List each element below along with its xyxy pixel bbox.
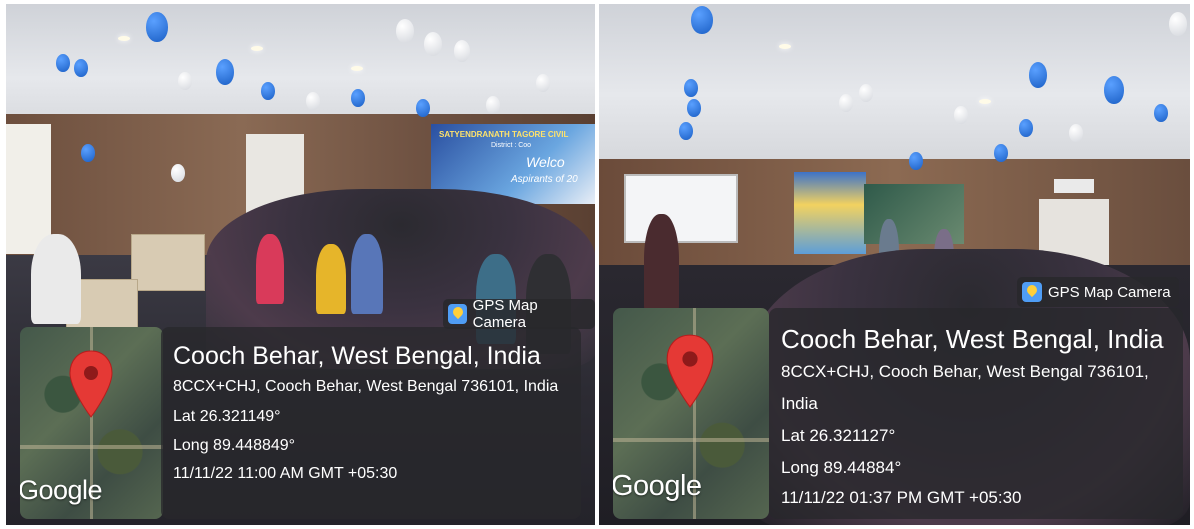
balloon <box>1169 12 1187 36</box>
balloon <box>146 12 168 42</box>
balloon <box>679 122 693 140</box>
balloon <box>909 152 923 170</box>
longitude: Long 89.44884° <box>781 458 902 477</box>
balloon <box>954 106 968 124</box>
banner-welcome: Welco <box>526 154 565 170</box>
balloon <box>81 144 95 162</box>
balloon <box>424 32 442 56</box>
balloon <box>1069 124 1083 142</box>
cabinet <box>131 234 205 291</box>
balloon <box>178 72 192 90</box>
gps-map-camera-icon <box>1022 282 1042 302</box>
banner-title: SATYENDRANATH TAGORE CIVIL <box>439 130 569 139</box>
badge-label: GPS Map Camera <box>1048 283 1171 301</box>
balloon <box>684 79 698 97</box>
balloon <box>486 96 500 114</box>
poster <box>794 172 866 254</box>
standing-man <box>644 214 679 314</box>
satellite-map-thumbnail: Google <box>613 308 769 519</box>
balloon <box>56 54 70 72</box>
balloon <box>859 84 873 102</box>
student <box>256 234 284 304</box>
banner-aspirants: Aspirants of 20 <box>511 174 578 185</box>
photo-right: GPS Map Camera Google Cooch Behar, West … <box>599 4 1190 525</box>
projector-screen <box>624 174 738 243</box>
balloon <box>261 82 275 100</box>
map-road <box>613 438 769 442</box>
balloon <box>691 6 713 34</box>
ceiling-light <box>118 36 130 41</box>
latitude: Lat 26.321127° <box>781 426 896 445</box>
gps-map-camera-icon <box>448 304 467 324</box>
student <box>351 234 383 314</box>
balloon <box>416 99 430 117</box>
balloon <box>1154 104 1168 122</box>
photo-left: SATYENDRANATH TAGORE CIVIL District : Co… <box>6 4 595 525</box>
student <box>316 244 346 314</box>
balloon <box>74 59 88 77</box>
balloon <box>351 89 365 107</box>
balloon <box>687 99 701 117</box>
latitude: Lat 26.321149° <box>173 408 281 425</box>
balloon <box>1104 76 1124 104</box>
curtain <box>6 124 51 254</box>
balloon <box>171 164 185 182</box>
datetime: 11/11/22 11:00 AM GMT +05:30 <box>173 465 398 482</box>
balloon <box>839 94 853 112</box>
location-info-card: Cooch Behar, West Bengal, India 8CCX+CHJ… <box>161 327 581 519</box>
ceiling-light <box>779 44 791 49</box>
google-logo: Google <box>613 470 702 502</box>
map-pin-icon <box>666 334 714 408</box>
balloon <box>1019 119 1033 137</box>
address: 8CCX+CHJ, Cooch Behar, West Bengal 73610… <box>173 378 559 395</box>
badge-label: GPS Map Camera <box>472 297 538 331</box>
map-pin-icon <box>69 350 113 418</box>
google-logo: Google <box>20 475 103 505</box>
address-line-1: 8CCX+CHJ, Cooch Behar, West Bengal 73610… <box>781 362 1149 381</box>
gps-map-camera-badge: GPS Map Camera <box>443 297 595 331</box>
balloon <box>536 74 550 92</box>
satellite-map-thumbnail: Google <box>20 327 163 519</box>
balloon <box>216 59 234 85</box>
balloon <box>306 92 320 110</box>
balloon <box>454 40 470 62</box>
ceiling-light <box>251 46 263 51</box>
balloon <box>994 144 1008 162</box>
ceiling-light <box>979 99 991 104</box>
location-title: Cooch Behar, West Bengal, India <box>173 342 541 370</box>
seated-teacher <box>31 234 81 324</box>
banner-district: District : Coo <box>491 142 532 149</box>
location-title: Cooch Behar, West Bengal, India <box>781 324 1164 354</box>
datetime: 11/11/22 01:37 PM GMT +05:30 <box>781 488 1022 507</box>
longitude: Long 89.448849° <box>173 437 296 454</box>
balloon <box>396 19 414 43</box>
balloon <box>1029 62 1047 88</box>
address-line-2: India <box>781 394 818 413</box>
air-conditioner <box>1054 179 1094 193</box>
location-info-card: Cooch Behar, West Bengal, India 8CCX+CHJ… <box>769 308 1183 519</box>
gps-map-camera-badge: GPS Map Camera <box>1017 277 1179 307</box>
ceiling-light <box>351 66 363 71</box>
